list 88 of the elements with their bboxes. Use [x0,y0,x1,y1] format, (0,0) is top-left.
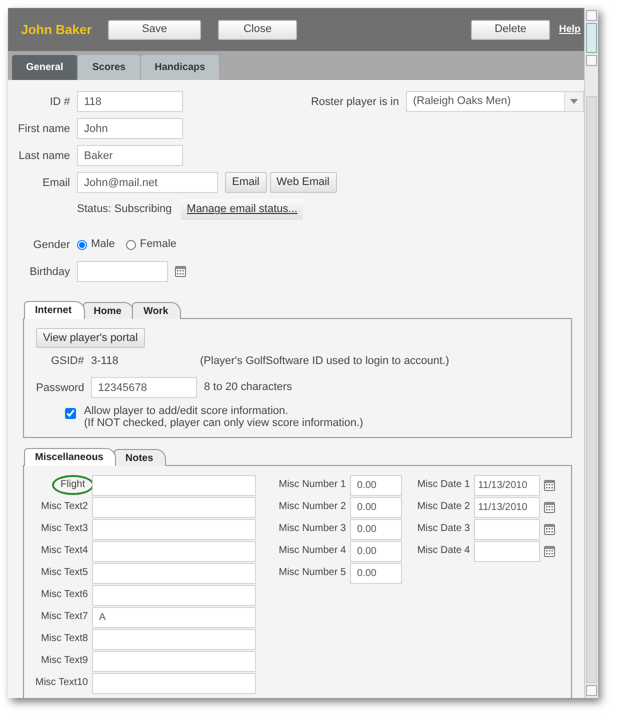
email-field[interactable]: John@mail.net [77,172,218,193]
field-label: Roster player is in [310,94,399,108]
gsid-note: (Player's GolfSoftware ID used to login to account.) [200,354,450,369]
field-label: Misc Text6 [40,588,88,602]
field-label: Misc Date 2 [416,500,470,514]
text-field[interactable]: 0.00 [350,474,402,496]
email-button[interactable]: Email [225,172,267,193]
password-hint: 8 to 20 characters [204,380,292,396]
tab[interactable]: Handicaps [140,55,220,80]
text-field[interactable]: Baker [77,145,183,166]
text-field[interactable] [92,650,256,672]
manage-email-button[interactable]: Manage email status... [180,199,304,220]
portal-button[interactable]: View player's portal [36,328,145,348]
calendar-icon[interactable] [544,480,555,490]
tab[interactable]: General [12,55,78,80]
text-field[interactable]: 118 [77,91,183,112]
radio-button[interactable] [126,240,136,250]
text-field[interactable]: 0.00 [350,518,402,540]
text-field[interactable]: 11/13/2010 [474,474,540,496]
text-field[interactable]: 0.00 [350,540,402,562]
text-field[interactable]: 0.00 [350,496,402,518]
section-tab[interactable]: Internet [24,301,85,319]
date-field[interactable] [77,261,168,282]
field-label: Password [36,380,84,394]
allow-edit-checkbox[interactable] [65,408,76,419]
text-field[interactable]: 11/13/2010 [474,496,540,518]
field-label: Misc Text10 [35,676,88,690]
field-label: Gender [32,238,70,252]
text-field[interactable] [92,628,256,650]
header-button[interactable]: Delete [471,20,550,40]
field-label: Misc Date 1 [416,478,470,492]
field-label: Misc Text9 [40,654,88,668]
calendar-icon[interactable] [544,546,555,556]
calendar-icon[interactable] [544,502,555,512]
field-label: ID # [48,94,70,108]
radio-label[interactable]: Male [91,236,115,253]
field-label: Misc Number 1 [278,478,346,492]
text-field[interactable] [92,672,256,694]
section-tab[interactable]: Work [132,302,182,319]
section-tab[interactable]: Home [82,302,134,319]
text-field[interactable] [92,584,256,606]
calendar-icon[interactable] [175,266,186,277]
field-label: Misc Date 3 [416,522,470,536]
field-label: Misc Number 4 [278,544,346,558]
field-label: First name [17,122,70,136]
field-label: Email [41,176,70,190]
field-label: Misc Text3 [40,522,88,536]
roster-dropdown[interactable]: (Raleigh Oaks Men) [406,91,584,112]
text-field[interactable]: A [92,606,256,628]
gsid-value: 3-118 [91,354,120,369]
field-label: Misc Number 5 [278,566,346,580]
radio-button[interactable] [77,240,87,250]
field-label: Misc Text8 [40,632,88,646]
player-name: John Baker [21,20,93,39]
section-tab[interactable]: Notes [114,449,166,466]
text-field[interactable] [92,496,256,518]
field-label: Birthday [28,264,70,278]
email-button[interactable]: Web Email [270,172,336,193]
scrollbar[interactable] [584,8,598,698]
help-link[interactable]: Help [559,22,581,37]
field-label: Misc Date 4 [416,544,470,558]
dropdown-arrow-icon [570,99,578,104]
field-label: GSID# [50,354,84,368]
text-field[interactable]: 0.00 [350,562,402,584]
tab[interactable]: Scores [78,55,141,80]
text-field[interactable] [474,518,540,540]
text-field[interactable] [92,518,256,540]
checkbox-label: (If NOT checked, player can only view score information.) [84,417,364,429]
field-label: Misc Number 3 [278,522,346,536]
text-field[interactable] [92,540,256,562]
field-label: Misc Text5 [40,566,88,580]
radio-label[interactable]: Female [140,236,177,253]
field-label: Misc Number 2 [278,500,346,514]
text-field[interactable] [474,540,540,562]
password-field[interactable]: 12345678 [91,377,197,398]
field-label: Last name [18,148,70,162]
field-label: Misc Text7 [40,610,88,624]
text-field[interactable] [92,474,256,496]
header-button[interactable]: Close [218,20,297,40]
section-tab[interactable]: Miscellaneous [24,448,116,466]
field-label: Misc Text4 [40,544,88,558]
text-field[interactable]: John [77,118,183,139]
header-button[interactable]: Save [108,20,201,40]
checkbox-label: Allow player to add/edit score information. [84,405,290,417]
email-status: Status: Subscribing [77,202,172,218]
field-label: Misc Text2 [40,500,88,514]
calendar-icon[interactable] [544,524,555,534]
text-field[interactable] [92,562,256,584]
